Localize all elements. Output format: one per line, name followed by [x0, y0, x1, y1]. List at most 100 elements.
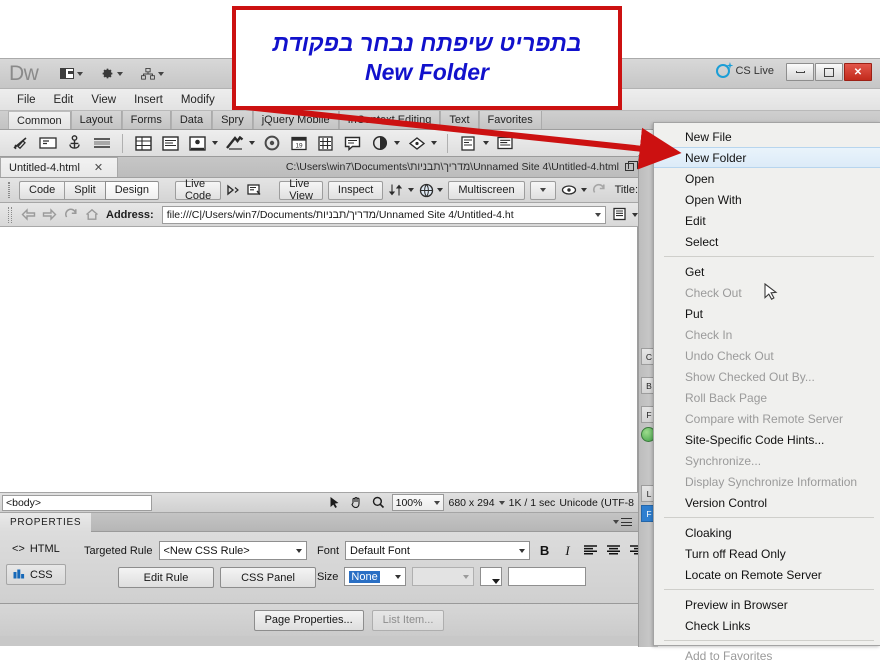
hand-tool-icon[interactable]: [348, 495, 366, 511]
menu-item-edit[interactable]: Edit: [654, 210, 880, 231]
inspect-options-icon[interactable]: [247, 181, 263, 200]
multiscreen-chevron-button[interactable]: [529, 180, 556, 200]
menu-item-preview-in-browser[interactable]: Preview in Browser: [654, 594, 880, 615]
forward-icon[interactable]: [41, 206, 58, 223]
tab-spry[interactable]: Spry: [212, 111, 253, 129]
globe-chevron-down-icon[interactable]: [437, 188, 444, 192]
italic-button[interactable]: I: [559, 541, 576, 560]
size-select[interactable]: None: [344, 567, 407, 586]
script-chevron-down-icon[interactable]: [431, 141, 437, 145]
menu-item-site-specific-code-hints[interactable]: Site-Specific Code Hints...: [654, 429, 880, 450]
templates-icon[interactable]: [458, 133, 479, 154]
images-icon[interactable]: [187, 133, 208, 154]
close-icon[interactable]: ✕: [94, 161, 103, 174]
visual-aids-icon[interactable]: [561, 181, 578, 200]
maximize-button[interactable]: [815, 63, 843, 81]
tab-text[interactable]: Text: [440, 111, 479, 129]
menu-item-modify[interactable]: Modify: [172, 92, 224, 108]
font-select[interactable]: Default Font: [345, 541, 531, 560]
menu-item-turn-off-read-only[interactable]: Turn off Read Only: [654, 543, 880, 564]
align-left-icon[interactable]: [582, 541, 599, 560]
horizontal-rule-icon[interactable]: [91, 133, 112, 154]
menu-item-new-file[interactable]: New File: [654, 126, 880, 147]
tab-incontext-editing[interactable]: InContext Editing: [338, 111, 441, 129]
address-input[interactable]: file:///C|/Users/win7/Documents/מדריך/תב…: [161, 205, 606, 224]
date-icon[interactable]: 19: [288, 133, 309, 154]
zoom-tool-icon[interactable]: [370, 495, 388, 511]
server-side-include-icon[interactable]: [315, 133, 336, 154]
insert-div-icon[interactable]: [160, 133, 181, 154]
media-chevron-down-icon[interactable]: [249, 141, 255, 145]
menu-item-locate-on-remote-server[interactable]: Locate on Remote Server: [654, 564, 880, 585]
menu-item-open-with[interactable]: Open With: [654, 189, 880, 210]
size-unit-select[interactable]: [412, 567, 475, 586]
window-size-label[interactable]: 680 x 294: [448, 497, 494, 509]
menu-item-file[interactable]: File: [8, 92, 45, 108]
comment-icon[interactable]: [342, 133, 363, 154]
live-view-button[interactable]: Live View: [279, 178, 323, 202]
minimize-button[interactable]: [786, 63, 814, 81]
menu-item-view[interactable]: View: [82, 92, 125, 108]
document-canvas[interactable]: [0, 227, 638, 492]
tab-forms[interactable]: Forms: [121, 111, 171, 129]
split-view-button[interactable]: Split: [64, 180, 105, 200]
menu-item-version-control[interactable]: Version Control: [654, 492, 880, 513]
extend-dreamweaver-button[interactable]: [97, 64, 127, 84]
chevron-down-icon[interactable]: [595, 212, 601, 217]
multiscreen-button[interactable]: Multiscreen: [448, 180, 525, 200]
bold-button[interactable]: B: [536, 541, 553, 560]
view-options-icon[interactable]: [388, 181, 405, 200]
align-center-icon[interactable]: [605, 541, 622, 560]
code-view-button[interactable]: Code: [19, 180, 65, 200]
properties-panel-menu-button[interactable]: [613, 518, 638, 526]
script-icon[interactable]: [406, 133, 427, 154]
media-icon[interactable]: [224, 133, 245, 154]
templates-chevron-down-icon[interactable]: [483, 141, 489, 145]
home-icon[interactable]: [83, 206, 100, 223]
tab-common[interactable]: Common: [8, 111, 71, 129]
html-mode-button[interactable]: <> HTML: [6, 538, 66, 559]
layout-switcher-button[interactable]: [56, 64, 87, 84]
hyperlink-icon[interactable]: [10, 133, 31, 154]
menu-item-open[interactable]: Open: [654, 168, 880, 189]
back-icon[interactable]: [20, 206, 37, 223]
window-size-chevron-down-icon[interactable]: [498, 500, 505, 505]
menu-item-put[interactable]: Put: [654, 303, 880, 324]
color-picker-button[interactable]: [480, 567, 503, 586]
close-button[interactable]: ✕: [844, 63, 872, 81]
tab-favorites[interactable]: Favorites: [478, 111, 542, 129]
tab-layout[interactable]: Layout: [70, 111, 122, 129]
inspect-button[interactable]: Inspect: [327, 180, 384, 200]
visual-aids-chevron-down-icon[interactable]: [580, 188, 587, 192]
restore-window-icon[interactable]: [625, 161, 638, 171]
live-view-options-icon[interactable]: [226, 181, 242, 200]
document-tab[interactable]: Untitled-4.html ✕: [0, 157, 118, 177]
tab-jquery-mobile[interactable]: jQuery Mobile: [252, 111, 339, 129]
head-icon[interactable]: [369, 133, 390, 154]
toolbar-grip[interactable]: [8, 206, 12, 223]
toolbar-grip[interactable]: [8, 182, 10, 198]
css-mode-button[interactable]: CSS: [6, 564, 66, 585]
globe-icon[interactable]: [419, 181, 434, 200]
head-chevron-down-icon[interactable]: [394, 141, 400, 145]
refresh-icon[interactable]: [62, 206, 79, 223]
table-icon[interactable]: [133, 133, 154, 154]
page-properties-button[interactable]: Page Properties...: [253, 609, 364, 631]
list-item-button[interactable]: List Item...: [371, 609, 445, 631]
images-chevron-down-icon[interactable]: [212, 141, 218, 145]
file-management-icon[interactable]: [610, 205, 630, 224]
menu-item-select[interactable]: Select: [654, 231, 880, 252]
named-anchor-icon[interactable]: [64, 133, 85, 154]
menu-item-insert[interactable]: Insert: [125, 92, 172, 108]
color-value-input[interactable]: [508, 567, 587, 586]
select-tool-icon[interactable]: [326, 495, 344, 511]
zoom-level-select[interactable]: 100%: [391, 494, 445, 511]
menu-item-new-folder[interactable]: New Folder: [654, 147, 880, 168]
tab-data[interactable]: Data: [170, 111, 213, 129]
edit-rule-button[interactable]: Edit Rule: [118, 567, 214, 588]
targeted-rule-select[interactable]: <New CSS Rule>: [158, 541, 307, 560]
tag-selector[interactable]: <body>: [2, 494, 152, 511]
view-options-chevron-down-icon[interactable]: [408, 188, 415, 192]
site-manager-button[interactable]: [137, 64, 168, 84]
cs-live-button[interactable]: CS Live: [716, 64, 774, 78]
